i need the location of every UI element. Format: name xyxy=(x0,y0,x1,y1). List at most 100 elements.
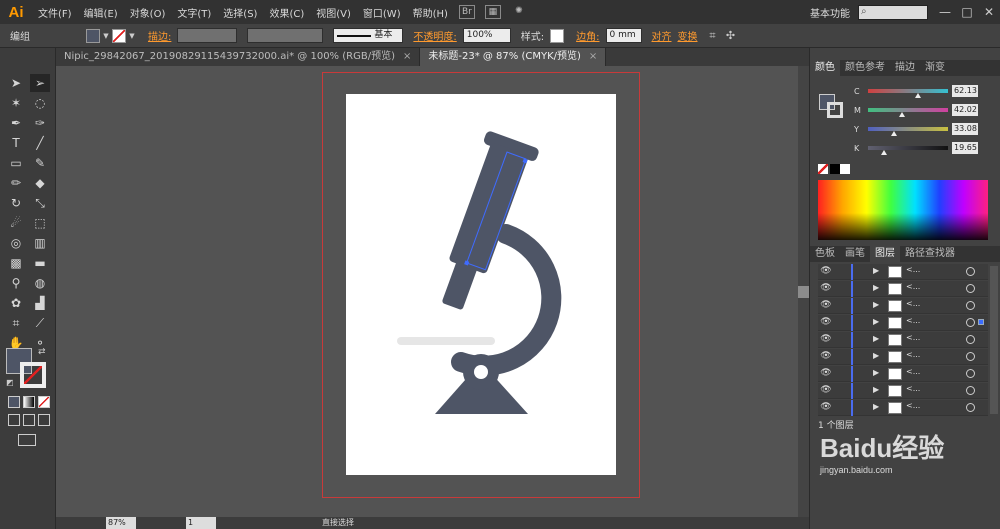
none-color-swatch[interactable] xyxy=(818,164,828,174)
slider-thumb[interactable] xyxy=(891,131,898,136)
layer-row[interactable]: 👁 ▶ <... xyxy=(818,400,988,416)
draw-behind-icon[interactable] xyxy=(23,414,35,426)
layer-name[interactable]: <... xyxy=(906,265,920,274)
opacity-label[interactable]: 不透明度: xyxy=(413,28,456,43)
panel-stroke-box[interactable] xyxy=(827,102,843,118)
expand-arrow-icon[interactable]: ▶ xyxy=(873,283,879,292)
tab-brushes[interactable]: 画笔 xyxy=(840,246,870,262)
eye-icon[interactable]: 👁 xyxy=(819,351,833,363)
layer-row[interactable]: 👁 ▶ <... xyxy=(818,366,988,382)
slider-value[interactable]: 33.08 xyxy=(952,123,978,135)
eye-icon[interactable]: 👁 xyxy=(819,368,833,380)
black-slider[interactable]: K 19.65 xyxy=(854,141,978,155)
perspective-grid-tool-icon[interactable]: ▥ xyxy=(30,234,50,252)
expand-arrow-icon[interactable]: ▶ xyxy=(873,317,879,326)
none-mode-icon[interactable] xyxy=(38,396,50,408)
slider-value[interactable]: 42.02 xyxy=(952,104,978,116)
pen-tool-icon[interactable]: ✒ xyxy=(6,114,26,132)
eyedropper-tool-icon[interactable]: ⚲ xyxy=(6,274,26,292)
layer-row[interactable]: 👁 ▶ <... xyxy=(818,281,988,297)
tab-color[interactable]: 颜色 xyxy=(810,60,840,76)
expand-arrow-icon[interactable]: ▶ xyxy=(873,351,879,360)
pencil-tool-icon[interactable]: ✏ xyxy=(6,174,26,192)
tab-nipic-document[interactable]: Nipic_29842067_20190829115439732000.ai* … xyxy=(56,48,421,66)
direct-selection-tool-icon[interactable]: ➢ xyxy=(30,74,50,92)
menu-effect[interactable]: 效果(C) xyxy=(263,5,310,20)
isolate-icon[interactable]: ⌗ xyxy=(704,29,722,43)
eye-icon[interactable]: 👁 xyxy=(819,283,833,295)
free-transform-tool-icon[interactable]: ⬚ xyxy=(30,214,50,232)
microscope-tube-group[interactable] xyxy=(427,130,541,316)
stroke-dropdown-icon[interactable]: ▼ xyxy=(126,29,138,43)
objective-lens[interactable] xyxy=(442,260,478,311)
target-icon[interactable] xyxy=(966,284,975,293)
magic-wand-tool-icon[interactable]: ✶ xyxy=(6,94,26,112)
layer-name[interactable]: <... xyxy=(906,367,920,376)
close-icon[interactable]: × xyxy=(403,51,411,62)
align-link[interactable]: 对齐 xyxy=(652,28,672,43)
stroke-style-field[interactable]: 基本 xyxy=(333,28,404,43)
slider-track[interactable] xyxy=(868,89,948,98)
target-icon[interactable] xyxy=(966,352,975,361)
type-tool-icon[interactable]: T xyxy=(6,134,26,152)
blend-tool-icon[interactable]: ◍ xyxy=(30,274,50,292)
eraser-tool-icon[interactable]: ◆ xyxy=(30,174,50,192)
color-mode-icon[interactable] xyxy=(8,396,20,408)
layer-name[interactable]: <... xyxy=(906,384,920,393)
screen-mode-icon[interactable] xyxy=(18,434,36,446)
search-input[interactable]: ⌕ xyxy=(858,4,928,20)
eye-icon[interactable]: 👁 xyxy=(819,334,833,346)
bridge-icon[interactable]: Br xyxy=(458,5,475,19)
target-icon[interactable] xyxy=(966,267,975,276)
symbol-sprayer-tool-icon[interactable]: ✿ xyxy=(6,294,26,312)
slider-thumb[interactable] xyxy=(898,112,905,117)
menu-type[interactable]: 文字(T) xyxy=(171,5,217,20)
layer-row[interactable]: 👁 ▶ <... xyxy=(818,298,988,314)
stroke-color-box[interactable] xyxy=(20,362,46,388)
artboard-tool-icon[interactable]: ⌗ xyxy=(6,314,26,332)
stroke-weight-field[interactable] xyxy=(177,28,238,43)
target-icon[interactable] xyxy=(966,318,975,327)
shape-builder-tool-icon[interactable]: ◎ xyxy=(6,234,26,252)
rotate-tool-icon[interactable]: ↻ xyxy=(6,194,26,212)
selection-tool-icon[interactable]: ➤ xyxy=(6,74,26,92)
close-icon[interactable]: × xyxy=(589,51,597,62)
tab-pathfinder[interactable]: 路径查找器 xyxy=(900,246,960,262)
target-icon[interactable] xyxy=(966,386,975,395)
eye-icon[interactable]: 👁 xyxy=(819,402,833,414)
gradient-mode-icon[interactable] xyxy=(23,396,35,408)
slice-tool-icon[interactable]: ⟋ xyxy=(30,314,50,332)
layer-row[interactable]: 👁 ▶ <... xyxy=(818,349,988,365)
gpu-icon[interactable]: ✺ xyxy=(511,5,527,19)
white-swatch[interactable] xyxy=(840,164,850,174)
more-options-icon[interactable]: ✣ xyxy=(722,29,740,43)
default-colors-icon[interactable]: ◩ xyxy=(6,378,14,387)
curvature-tool-icon[interactable]: ✑ xyxy=(30,114,50,132)
microscope-tube[interactable] xyxy=(448,142,529,274)
cyan-slider[interactable]: C 62.13 xyxy=(854,84,978,98)
tab-gradient[interactable]: 渐变 xyxy=(920,60,950,76)
layer-row[interactable]: 👁 ▶ <... xyxy=(818,264,988,280)
canvas-area[interactable] xyxy=(56,66,798,517)
expand-arrow-icon[interactable]: ▶ xyxy=(873,266,879,275)
slider-value[interactable]: 62.13 xyxy=(952,85,978,97)
eye-icon[interactable]: 👁 xyxy=(819,300,833,312)
tab-color-guide[interactable]: 颜色参考 xyxy=(840,60,890,76)
page-field[interactable]: 1 xyxy=(186,517,216,529)
tab-swatches[interactable]: 色板 xyxy=(810,246,840,262)
fill-swatch[interactable] xyxy=(86,28,100,43)
layer-name[interactable]: <... xyxy=(906,350,920,359)
layer-row[interactable]: 👁 ▶ <... xyxy=(818,315,988,331)
slider-track[interactable] xyxy=(868,146,948,155)
menu-window[interactable]: 窗口(W) xyxy=(357,5,407,20)
magenta-slider[interactable]: M 42.02 xyxy=(854,103,978,117)
layer-name[interactable]: <... xyxy=(906,333,920,342)
opacity-field[interactable]: 100% xyxy=(462,28,511,43)
swap-colors-icon[interactable]: ⇄ xyxy=(38,347,46,357)
stroke-swatch-none[interactable] xyxy=(112,28,126,43)
black-swatch[interactable] xyxy=(830,164,840,174)
stroke-label[interactable]: 描边: xyxy=(148,28,171,43)
eye-icon[interactable]: 👁 xyxy=(819,385,833,397)
scrollbar-thumb[interactable] xyxy=(798,286,809,298)
layers-scrollbar[interactable] xyxy=(990,266,998,414)
